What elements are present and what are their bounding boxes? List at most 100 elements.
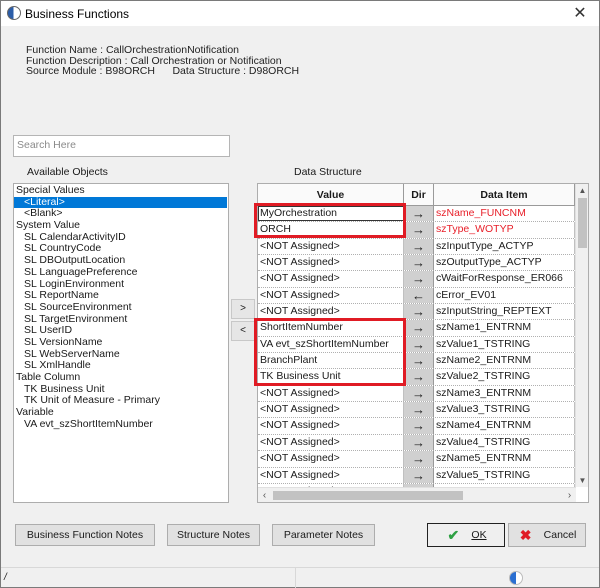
column-header-data-item[interactable]: Data Item [434,184,575,205]
value-cell[interactable]: BranchPlant [258,353,404,369]
status-bar: / [1,567,599,588]
add-to-structure-button[interactable]: > [231,299,255,319]
value-cell[interactable]: ORCH [258,222,404,238]
data-item-cell: szInputString_REPTEXT [434,304,575,320]
horizontal-scroll-thumb[interactable] [273,491,463,500]
table-row: <NOT Assigned> → szInputString_REPTEXT [258,304,576,321]
value-cell[interactable]: <NOT Assigned> [258,434,404,451]
available-object-item[interactable]: SL SourceEnvironment [14,301,228,314]
scroll-right-icon[interactable]: › [563,488,576,502]
cancel-x-icon: ✖ [519,527,532,544]
value-cell[interactable]: <NOT Assigned> [258,287,404,304]
arrow-right-icon[interactable]: → [404,238,434,255]
value-cell[interactable]: VA evt_szShortItemNumber [258,336,404,353]
scroll-up-icon[interactable]: ▲ [576,184,588,197]
data-item-cell: cWaitForResponse_ER066 [434,271,575,287]
arrow-right-icon[interactable]: → [404,451,434,467]
remove-from-structure-button[interactable]: < [231,321,255,341]
arrow-right-icon[interactable]: → [404,206,434,222]
table-row: MyOrchestration → szName_FUNCNM [258,206,576,223]
value-cell[interactable]: <NOT Assigned> [258,467,404,483]
search-box[interactable] [13,135,230,157]
arrow-right-icon[interactable]: → [404,320,434,336]
data-item-cell: szName1_ENTRNM [434,320,575,336]
column-header-value[interactable]: Value [258,184,404,205]
data-item-cell: szName2_ENTRNM [434,353,575,369]
data-item-cell: szName3_ENTRNM [434,385,575,402]
available-object-item[interactable]: System Value [14,219,228,232]
value-cell[interactable]: <NOT Assigned> [258,385,404,402]
data-item-cell: szValue3_TSTRING [434,402,575,418]
table-row: <NOT Assigned> → szValue3_TSTRING [258,402,576,419]
table-row: <NOT Assigned> → szOutputType_ACTYP [258,255,576,272]
data-structure-grid: Value Dir Data Item MyOrchestration → szNa… [257,183,589,503]
value-cell[interactable]: <NOT Assigned> [258,304,404,320]
arrow-right-icon[interactable]: → [404,385,434,402]
arrow-left-icon[interactable]: ← [404,287,434,304]
table-row: <NOT Assigned> → szName5_ENTRNM [258,451,576,468]
scroll-down-icon[interactable]: ▼ [576,474,588,487]
value-cell[interactable]: <NOT Assigned> [258,255,404,271]
function-info: Function Name : CallOrchestrationNotific… [26,45,299,77]
available-object-item[interactable]: Special Values [14,184,228,197]
cancel-label: Cancel [543,529,577,541]
table-row: VA evt_szShortItemNumber → szValue1_TSTRIN… [258,336,576,354]
data-item-cell: szValue1_TSTRING [434,336,575,353]
jde-globe-icon [509,571,523,585]
arrow-right-icon[interactable]: → [404,222,434,238]
business-function-notes-button[interactable]: Business Function Notes [15,524,155,546]
available-object-item[interactable]: SL VersionName [14,336,228,349]
arrow-right-icon[interactable]: → [404,402,434,418]
value-cell[interactable]: <NOT Assigned> [258,402,404,418]
arrow-right-icon[interactable]: → [404,369,434,385]
vertical-scrollbar[interactable]: ▲ ▼ [575,184,588,487]
available-object-item[interactable]: Table Column [14,371,228,384]
arrow-right-icon[interactable]: → [404,467,434,483]
arrow-right-icon[interactable]: → [404,434,434,451]
value-cell[interactable]: <NOT Assigned> [258,418,404,434]
value-cell[interactable]: <NOT Assigned> [258,451,404,467]
arrow-right-icon[interactable]: → [404,353,434,369]
arrow-right-icon[interactable]: → [404,418,434,434]
table-row: <NOT Assigned> → cWaitForResponse_ER066 [258,271,576,288]
ok-button[interactable]: ✔ OK [427,523,505,547]
title-bar: Business Functions ✕ [1,1,599,26]
value-cell[interactable]: MyOrchestration [258,206,404,222]
grid-rows: MyOrchestration → szName_FUNCNM ORCH → szType… [258,206,576,501]
grid-header: Value Dir Data Item [258,184,576,206]
column-header-dir[interactable]: Dir [404,184,434,205]
table-row: ShortItemNumber → szName1_ENTRNM [258,320,576,337]
available-objects-list[interactable]: Special Values <Literal> <Blank> System Val… [13,183,229,503]
parameter-notes-button[interactable]: Parameter Notes [272,524,375,546]
data-item-cell: szType_WOTYP [434,222,575,238]
function-name: Function Name : CallOrchestrationNotific… [26,44,240,56]
arrow-right-icon[interactable]: → [404,304,434,320]
available-object-item[interactable]: Variable [14,406,228,419]
status-text: / [4,572,7,583]
close-button[interactable]: ✕ [563,1,597,26]
structure-notes-button[interactable]: Structure Notes [167,524,260,546]
value-cell[interactable]: <NOT Assigned> [258,238,404,255]
ok-label: OK [471,529,487,541]
vertical-scroll-thumb[interactable] [578,198,587,248]
value-cell[interactable]: ShortItemNumber [258,320,404,336]
value-cell[interactable]: TK Business Unit [258,369,404,385]
available-object-item[interactable]: VA evt_szShortItemNumber [14,418,228,431]
search-input[interactable] [17,139,226,151]
arrow-right-icon[interactable]: → [404,255,434,271]
available-object-item[interactable]: SL LanguagePreference [14,266,228,279]
horizontal-scrollbar[interactable]: ‹ › [258,487,576,502]
table-row: <NOT Assigned> → szValue4_TSTRING [258,434,576,452]
value-cell[interactable]: <NOT Assigned> [258,271,404,287]
data-item-cell: szName_FUNCNM [434,206,575,222]
arrow-right-icon[interactable]: → [404,271,434,287]
scroll-left-icon[interactable]: ‹ [258,488,271,502]
data-item-cell: szInputType_ACTYP [434,238,575,255]
table-row: BranchPlant → szName2_ENTRNM [258,353,576,370]
cancel-button[interactable]: ✖ Cancel [508,523,586,547]
table-row: <NOT Assigned> → szValue5_TSTRING [258,467,576,484]
data-structure-label: Data Structure [294,166,362,178]
table-row: TK Business Unit → szValue2_TSTRING [258,369,576,386]
arrow-right-icon[interactable]: → [404,336,434,353]
data-item-cell: szOutputType_ACTYP [434,255,575,271]
